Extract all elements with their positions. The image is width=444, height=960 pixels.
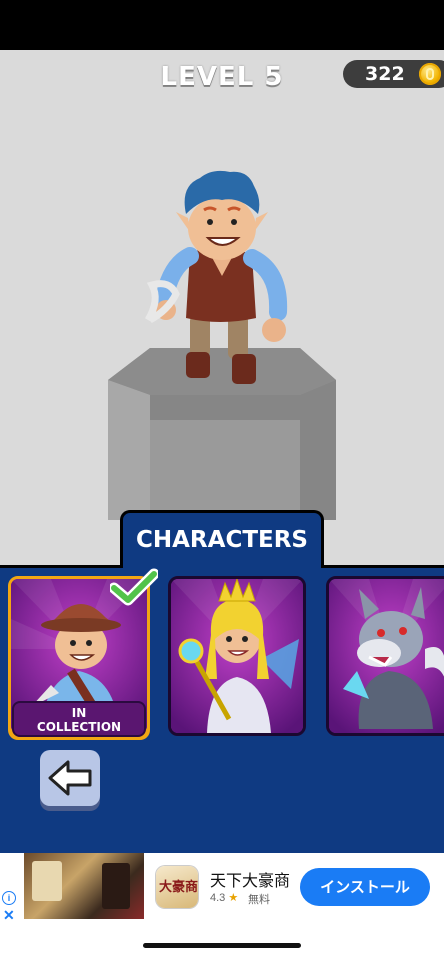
checkmark-icon: [110, 568, 158, 606]
characters-tab-label: CHARACTERS: [136, 527, 308, 553]
characters-tab[interactable]: CHARACTERS: [120, 510, 324, 568]
hero-on-pedestal: [108, 170, 336, 520]
install-button[interactable]: インストール: [300, 868, 430, 906]
gold-coin-icon: [419, 63, 441, 85]
princess-portrait: [171, 579, 303, 733]
status-bar: [0, 0, 444, 50]
coin-counter: 322: [343, 60, 444, 88]
ad-image[interactable]: [24, 853, 144, 919]
ad-rating: 4.3 ★: [210, 892, 239, 904]
ad-app-name[interactable]: 天下大豪商: [210, 867, 290, 891]
ad-price: 無料: [248, 894, 270, 906]
home-indicator[interactable]: [143, 943, 301, 948]
werewolf-portrait: [329, 579, 444, 733]
info-icon[interactable]: i: [2, 891, 16, 905]
character-card-werewolf[interactable]: [326, 576, 444, 736]
star-icon: ★: [228, 892, 239, 904]
character-card-princess[interactable]: [168, 576, 306, 736]
left-arrow-icon: [48, 760, 92, 796]
in-collection-badge: IN COLLECTION: [12, 701, 146, 737]
close-icon[interactable]: ✕: [3, 907, 15, 924]
coin-count: 322: [365, 63, 405, 85]
ad-banner[interactable]: 大豪商 天下大豪商 4.3 ★ 無料 インストール i ✕: [0, 853, 444, 928]
back-button[interactable]: [40, 750, 100, 806]
ad-app-icon[interactable]: 大豪商: [156, 866, 198, 908]
game-scene: [0, 50, 444, 565]
